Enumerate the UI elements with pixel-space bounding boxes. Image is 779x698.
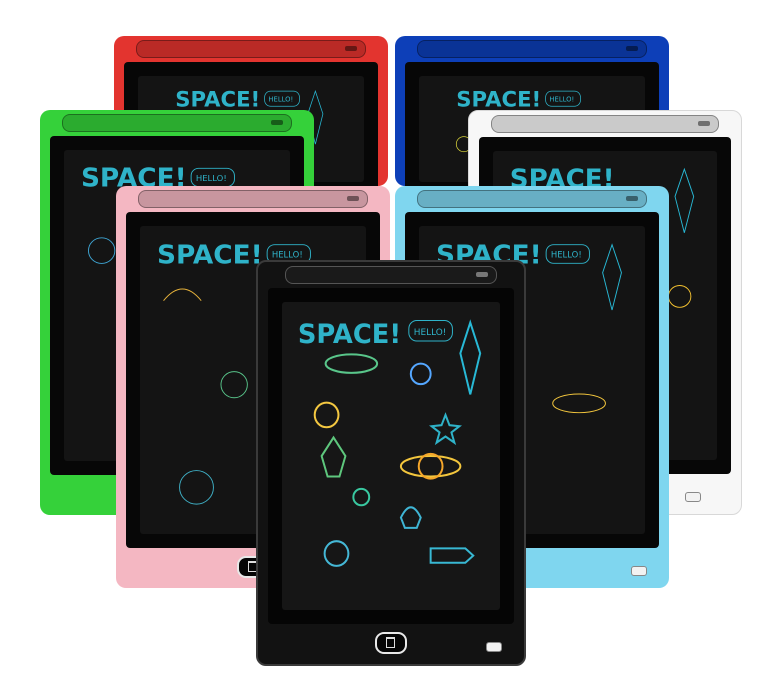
svg-text:SPACE!: SPACE!: [298, 320, 401, 351]
rocket-icon: [459, 319, 482, 395]
svg-text:HELLO!: HELLO!: [196, 173, 227, 183]
svg-text:SPACE!: SPACE!: [456, 86, 541, 111]
svg-text:HELLO!: HELLO!: [414, 328, 447, 338]
stylus[interactable]: [61, 114, 293, 132]
stylus[interactable]: [416, 190, 648, 208]
svg-text:SPACE!: SPACE!: [175, 86, 260, 111]
stylus[interactable]: [137, 190, 369, 208]
tablet-black: SPACE! HELLO!: [256, 260, 526, 666]
drawing-screen[interactable]: SPACE! HELLO!: [282, 302, 500, 610]
erase-button[interactable]: [375, 632, 407, 654]
star-icon: [428, 412, 463, 446]
space-doodle: SPACE! HELLO!: [298, 319, 482, 567]
planet-icon: [324, 353, 379, 374]
stylus[interactable]: [135, 40, 367, 58]
stylus[interactable]: [416, 40, 648, 58]
svg-text:HELLO!: HELLO!: [549, 96, 574, 104]
svg-text:SPACE!: SPACE!: [157, 240, 263, 270]
lock-switch[interactable]: [631, 566, 647, 576]
screen-frame: SPACE! HELLO!: [268, 288, 514, 624]
stylus[interactable]: [490, 115, 720, 133]
svg-text:HELLO!: HELLO!: [272, 250, 303, 260]
stylus[interactable]: [284, 266, 498, 284]
lock-switch[interactable]: [486, 642, 502, 652]
lock-switch[interactable]: [685, 492, 701, 502]
svg-text:HELLO!: HELLO!: [268, 96, 293, 104]
svg-text:HELLO!: HELLO!: [551, 250, 582, 260]
